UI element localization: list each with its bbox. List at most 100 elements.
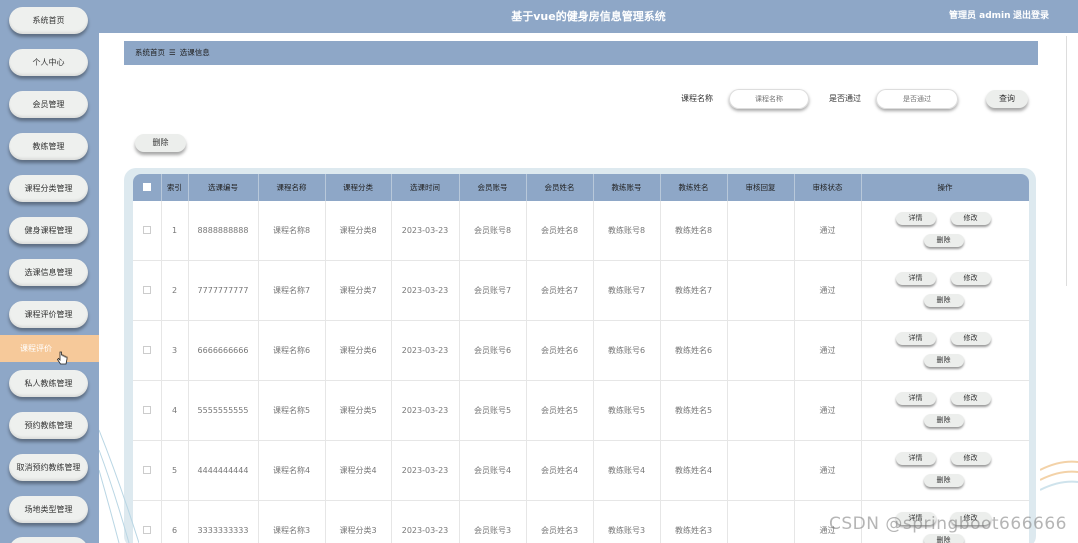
cell-course-name: 课程名称6 — [258, 320, 326, 381]
detail-button[interactable]: 详情 — [895, 212, 936, 225]
cell-selection-code: 4444444444 — [188, 440, 259, 501]
delete-button[interactable]: 删除 — [923, 414, 964, 427]
cell-actions: 详情 修改删除 — [861, 260, 1029, 321]
sidebar: 系统首页 个人中心 会员管理 教练管理 课程分类管理 健身课程管理 选课信息管理… — [0, 0, 99, 543]
sidebar-item-fitness-courses[interactable]: 健身课程管理 — [9, 217, 88, 244]
row-checkbox[interactable] — [142, 525, 151, 534]
row-checkbox[interactable] — [142, 405, 151, 414]
top-bar: 基于vue的健身房信息管理系统 管理员 admin 退出登录 — [99, 0, 1078, 33]
cell-review-status: 通过 — [794, 260, 862, 321]
header-coach-account: 教练账号 — [593, 174, 661, 201]
select-all-checkbox[interactable] — [142, 182, 151, 191]
detail-button[interactable]: 详情 — [895, 392, 936, 405]
select-all-header[interactable] — [133, 174, 162, 201]
cell-selection-time: 2023-03-23 — [391, 380, 460, 441]
cell-course-name: 课程名称4 — [258, 440, 326, 501]
sidebar-item-profile[interactable]: 个人中心 — [9, 49, 88, 76]
cell-selection-code: 3333333333 — [188, 500, 259, 543]
cell-index: 1 — [161, 201, 189, 261]
cell-coach-account: 教练账号5 — [593, 380, 661, 441]
sidebar-item-course-selection[interactable]: 选课信息管理 — [9, 259, 88, 286]
cell-member-account: 会员账号7 — [459, 260, 527, 321]
cell-actions: 详情 修改删除 — [861, 440, 1029, 501]
breadcrumb-home[interactable]: 系统首页 — [135, 48, 165, 57]
cell-course-category: 课程分类7 — [325, 260, 392, 321]
cell-review-reply — [727, 260, 795, 321]
edit-button[interactable]: 修改 — [950, 452, 991, 465]
sidebar-item-more[interactable] — [9, 537, 88, 543]
sidebar-item-venue-types[interactable]: 场地类型管理 — [9, 496, 88, 523]
header-actions: 操作 — [861, 174, 1029, 201]
detail-button[interactable]: 详情 — [895, 452, 936, 465]
sidebar-item-private-coaches[interactable]: 私人教练管理 — [9, 370, 88, 397]
delete-button[interactable]: 删除 — [923, 354, 964, 367]
cell-selection-time: 2023-03-23 — [391, 500, 460, 543]
header-review-reply: 审核回复 — [727, 174, 795, 201]
sidebar-item-course-review-mgmt[interactable]: 课程评价管理 — [9, 301, 88, 328]
edit-button[interactable]: 修改 — [950, 332, 991, 345]
delete-button[interactable]: 删除 — [923, 294, 964, 307]
edit-button[interactable]: 修改 — [950, 212, 991, 225]
cell-course-category: 课程分类5 — [325, 380, 392, 441]
delete-button[interactable]: 删除 — [923, 234, 964, 247]
decorative-lines-left — [99, 429, 139, 543]
sidebar-item-cancel-booking[interactable]: 取消预约教练管理 — [9, 454, 88, 481]
detail-button[interactable]: 详情 — [895, 272, 936, 285]
detail-button[interactable]: 详情 — [895, 332, 936, 345]
cell-coach-account: 教练账号8 — [593, 201, 661, 261]
sidebar-item-members[interactable]: 会员管理 — [9, 91, 88, 118]
course-name-input[interactable] — [729, 89, 809, 109]
cell-coach-account: 教练账号3 — [593, 500, 661, 543]
row-checkbox[interactable] — [142, 345, 151, 354]
header-selection-code: 选课编号 — [188, 174, 259, 201]
sidebar-item-course-review[interactable]: 课程评价 — [0, 335, 99, 362]
edit-button[interactable]: 修改 — [950, 272, 991, 285]
delete-button[interactable]: 删除 — [923, 474, 964, 487]
cell-coach-name: 教练姓名4 — [660, 440, 728, 501]
cell-selection-time: 2023-03-23 — [391, 201, 460, 261]
row-checkbox[interactable] — [142, 285, 151, 294]
delete-button[interactable]: 删除 — [923, 534, 964, 543]
breadcrumb-current: 选课信息 — [179, 48, 210, 57]
pass-status-input[interactable] — [876, 89, 958, 109]
cell-coach-account: 教练账号7 — [593, 260, 661, 321]
header-review-status: 审核状态 — [794, 174, 862, 201]
cell-course-category: 课程分类6 — [325, 320, 392, 381]
query-button[interactable]: 查询 — [986, 90, 1028, 108]
cell-select — [133, 260, 162, 321]
course-name-label: 课程名称 — [681, 94, 713, 103]
cell-course-name: 课程名称7 — [258, 260, 326, 321]
app-title: 基于vue的健身房信息管理系统 — [511, 10, 666, 23]
row-checkbox[interactable] — [142, 465, 151, 474]
cell-member-name: 会员姓名7 — [526, 260, 594, 321]
sidebar-item-home[interactable]: 系统首页 — [9, 7, 88, 34]
logout-link[interactable]: 退出登录 — [1013, 0, 1049, 33]
sidebar-item-course-categories[interactable]: 课程分类管理 — [9, 175, 88, 202]
sidebar-item-coaches[interactable]: 教练管理 — [9, 133, 88, 160]
cell-member-name: 会员姓名6 — [526, 320, 594, 381]
page-scrollbar[interactable] — [1066, 36, 1072, 286]
cell-review-reply — [727, 201, 795, 261]
cell-select — [133, 201, 162, 261]
pass-status-label: 是否通过 — [829, 94, 861, 103]
cell-index: 3 — [161, 320, 189, 381]
cell-review-reply — [727, 440, 795, 501]
edit-button[interactable]: 修改 — [950, 392, 991, 405]
cell-member-name: 会员姓名5 — [526, 380, 594, 441]
cell-selection-code: 5555555555 — [188, 380, 259, 441]
cell-member-name: 会员姓名8 — [526, 201, 594, 261]
cell-member-account: 会员账号5 — [459, 380, 527, 441]
header-coach-name: 教练姓名 — [660, 174, 728, 201]
cell-course-category: 课程分类8 — [325, 201, 392, 261]
cell-selection-code: 7777777777 — [188, 260, 259, 321]
sidebar-item-coach-booking[interactable]: 预约教练管理 — [9, 412, 88, 439]
cell-selection-time: 2023-03-23 — [391, 320, 460, 381]
batch-delete-button[interactable]: 删除 — [135, 134, 186, 152]
cell-member-name: 会员姓名3 — [526, 500, 594, 543]
cell-member-account: 会员账号6 — [459, 320, 527, 381]
row-checkbox[interactable] — [142, 225, 151, 234]
header-member-account: 会员账号 — [459, 174, 527, 201]
table-row: 4 5555555555 课程名称5 课程分类5 2023-03-23 会员账号5 会员姓名… — [133, 380, 1029, 441]
hand-cursor-icon — [56, 351, 68, 365]
cell-selection-code: 8888888888 — [188, 201, 259, 261]
